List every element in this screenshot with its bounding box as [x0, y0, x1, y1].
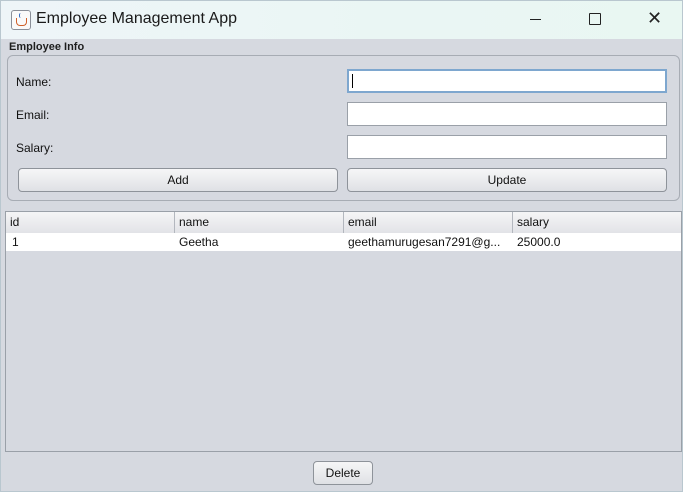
minimize-icon: [530, 19, 541, 20]
maximize-button[interactable]: [565, 1, 623, 39]
column-header-id[interactable]: id: [6, 212, 175, 233]
minimize-button[interactable]: [506, 1, 564, 39]
title-bar[interactable]: Employee Management App ✕: [1, 1, 682, 39]
java-cup-icon: [11, 10, 31, 30]
name-field[interactable]: [347, 69, 667, 93]
delete-button[interactable]: Delete: [313, 461, 373, 485]
column-header-name[interactable]: name: [175, 212, 344, 233]
cell-email: geethamurugesan7291@g...: [348, 235, 501, 249]
add-button[interactable]: Add: [18, 168, 338, 192]
name-label: Name:: [16, 75, 52, 89]
cell-name: Geetha: [179, 235, 219, 249]
update-button[interactable]: Update: [347, 168, 667, 192]
employee-table[interactable]: id name email salary 1 Geetha geethamuru…: [5, 211, 682, 452]
table-header: id name email salary: [6, 212, 681, 234]
email-field[interactable]: [347, 102, 667, 126]
email-label: Email:: [16, 108, 50, 122]
cell-salary: 25000.0: [517, 235, 561, 249]
column-header-email[interactable]: email: [344, 212, 513, 233]
app-window: Employee Management App ✕ Employee Info …: [0, 0, 683, 492]
cell-id: 1: [12, 235, 19, 249]
close-icon: ✕: [647, 8, 663, 29]
text-caret: [352, 74, 353, 88]
salary-label: Salary:: [16, 141, 54, 155]
table-row[interactable]: 1 Geetha geethamurugesan7291@g... 25000.…: [6, 233, 681, 251]
section-label: Employee Info: [9, 41, 85, 53]
maximize-icon: [589, 13, 601, 25]
close-button[interactable]: ✕: [624, 1, 682, 39]
column-header-salary[interactable]: salary: [513, 212, 681, 233]
window-title: Employee Management App: [36, 10, 238, 27]
salary-field[interactable]: [347, 135, 667, 159]
